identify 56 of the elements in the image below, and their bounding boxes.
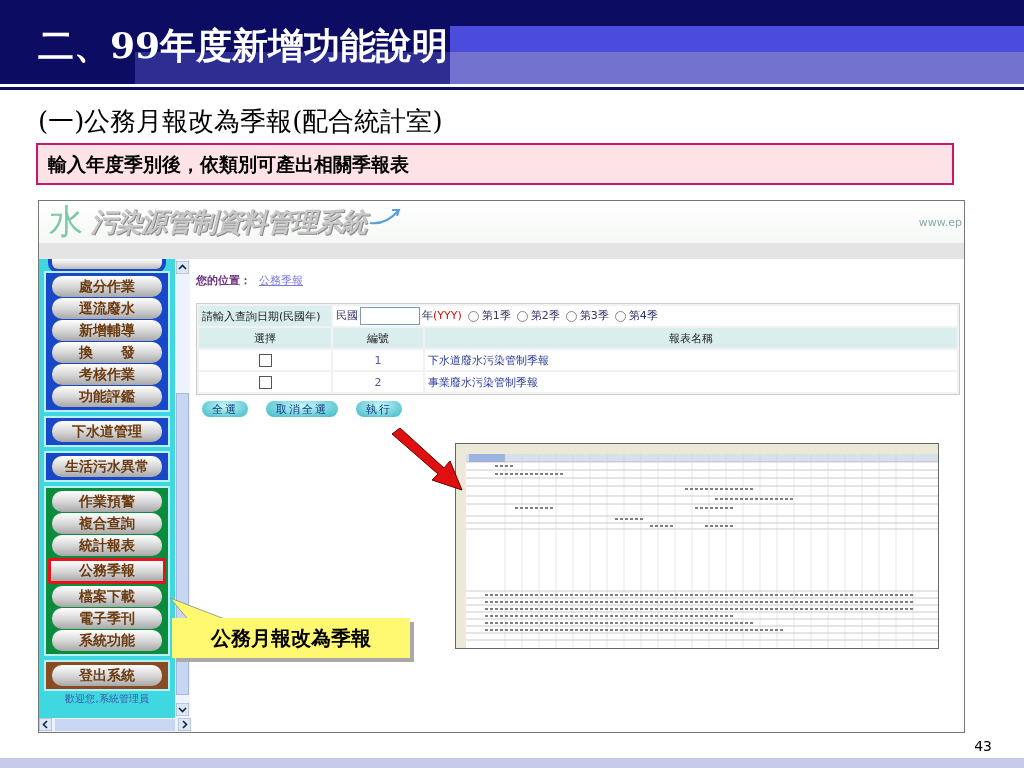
menu-button[interactable]: 考核作業 bbox=[52, 364, 162, 385]
menu-button[interactable]: 生活污水異常 bbox=[52, 456, 162, 477]
menu-button[interactable]: 換 發 bbox=[52, 342, 162, 363]
era-label: 民國 bbox=[336, 309, 358, 322]
row-checkbox[interactable] bbox=[258, 353, 272, 367]
slide-title: 二、99年度新增功能說明 bbox=[38, 23, 449, 68]
table-cell: 2 bbox=[333, 372, 423, 392]
radio-circle[interactable] bbox=[614, 310, 626, 322]
action-button[interactable]: 取消全選 bbox=[266, 401, 338, 417]
scrollbar[interactable] bbox=[39, 718, 191, 732]
quarter-radio[interactable]: 第2季 bbox=[516, 309, 560, 322]
scroll-left-icon[interactable] bbox=[39, 718, 52, 731]
query-label: 請輸入查詢日期(民國年) bbox=[199, 306, 331, 326]
quarter-radio[interactable]: 第3季 bbox=[565, 309, 609, 322]
menu-button[interactable]: 處分作業 bbox=[52, 276, 162, 297]
radio-circle[interactable] bbox=[516, 310, 528, 322]
menu-button[interactable]: 下水道管理 bbox=[52, 421, 162, 442]
menu-button[interactable]: 檔案下載 bbox=[52, 586, 162, 607]
scroll-right-icon[interactable] bbox=[178, 718, 191, 731]
table-cell: 下水道廢水污染管制季報 bbox=[425, 350, 957, 370]
menu-button[interactable]: 電子季刊 bbox=[52, 608, 162, 629]
column-header: 編號 bbox=[333, 328, 423, 348]
menu-button[interactable]: 逕流廢水 bbox=[52, 298, 162, 319]
quarter-radio[interactable]: 第4季 bbox=[614, 309, 658, 322]
menu-button[interactable]: 統計報表 bbox=[52, 535, 162, 556]
welcome-text: 歡迎您,系統管理員 bbox=[65, 693, 149, 705]
menu-button[interactable]: 新增輔導 bbox=[52, 320, 162, 341]
column-header: 報表名稱 bbox=[425, 328, 957, 348]
menu-button[interactable]: 功能評鑑 bbox=[52, 386, 162, 407]
table-cell: 事業廢水污染管制季報 bbox=[425, 372, 957, 392]
year-suffix: 年 bbox=[422, 309, 433, 322]
note-box: 輸入年度季別後，依類別可產出相關季報表 bbox=[36, 143, 954, 185]
radio-circle[interactable] bbox=[467, 310, 479, 322]
site-url: www.ep bbox=[918, 215, 962, 229]
menu-button[interactable]: 系統功能 bbox=[52, 630, 162, 651]
year-field[interactable] bbox=[360, 307, 420, 325]
logo-mark: 水 bbox=[49, 200, 83, 243]
table-cell: 1 bbox=[333, 350, 423, 370]
menu-button[interactable]: 作業預警 bbox=[52, 491, 162, 512]
action-button[interactable]: 全選 bbox=[202, 401, 248, 417]
scroll-up-icon[interactable] bbox=[176, 261, 189, 274]
menu-button[interactable]: 複合查詢 bbox=[52, 513, 162, 534]
action-button[interactable]: 執行 bbox=[356, 401, 402, 417]
menu-button[interactable]: 公務季報 bbox=[48, 558, 166, 584]
slide-subtitle: (一)公務月報改為季報(配合統計室) bbox=[38, 105, 444, 137]
breadcrumb-label: 您的位置： bbox=[196, 273, 251, 289]
scroll-down-icon[interactable] bbox=[176, 703, 189, 716]
radio-circle[interactable] bbox=[565, 310, 577, 322]
quarter-radio[interactable]: 第1季 bbox=[467, 309, 511, 322]
row-checkbox[interactable] bbox=[258, 375, 272, 389]
column-header: 選擇 bbox=[199, 328, 331, 348]
scroll-thumb[interactable] bbox=[55, 719, 175, 731]
page-number: 43 bbox=[974, 738, 992, 754]
year-format: (YYY) bbox=[433, 309, 462, 322]
breadcrumb-link[interactable]: 公務季報 bbox=[259, 273, 303, 291]
menu-button[interactable]: 登出系統 bbox=[52, 665, 162, 686]
